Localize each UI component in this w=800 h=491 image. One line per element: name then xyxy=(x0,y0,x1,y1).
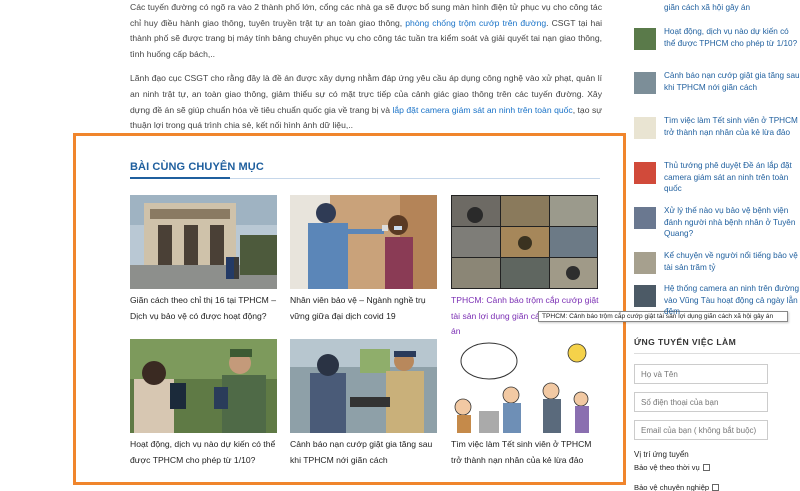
related-thumbnail-police-stop[interactable] xyxy=(290,339,437,433)
sidebar-item[interactable]: giãn cách xã hội gây án xyxy=(634,0,800,14)
option-professional[interactable]: Bảo vệ chuyên nghiệp xyxy=(634,483,720,491)
sidebar-thumbnail[interactable] xyxy=(634,162,656,184)
related-caption[interactable]: Hoạt động, dịch vụ nào dự kiến có thể đư… xyxy=(130,437,278,468)
job-form-divider xyxy=(634,353,800,354)
sidebar-thumbnail[interactable] xyxy=(634,207,656,229)
article-link-camera[interactable]: lắp đặt camera giám sát an ninh trên toà… xyxy=(392,105,572,115)
name-field[interactable]: Họ và Tên xyxy=(634,364,768,384)
sidebar-thumbnail[interactable] xyxy=(634,117,656,139)
email-field[interactable]: Email của bạn ( không bắt buộc) xyxy=(634,420,768,440)
related-caption[interactable]: Nhân viên bảo vệ – Ngành nghề trụ vững g… xyxy=(290,293,438,324)
job-form-title: ỨNG TUYỂN VIỆC LÀM xyxy=(634,337,737,347)
sidebar-item-title[interactable]: Hệ thống camera an ninh trên đường vào V… xyxy=(664,283,800,318)
sidebar-item-title[interactable]: giãn cách xã hội gây án xyxy=(664,2,800,14)
sidebar-thumbnail[interactable] xyxy=(634,28,656,50)
sidebar-item-title[interactable]: Tìm việc làm Tết sinh viên ở TPHCM trở t… xyxy=(664,115,800,138)
related-caption[interactable]: Tìm việc làm Tết sinh viên ở TPHCM trở t… xyxy=(451,437,599,468)
sidebar-item-title[interactable]: Xử lý thế nào vụ bảo vệ bệnh viện đánh n… xyxy=(664,205,800,240)
related-card[interactable]: Tìm việc làm Tết sinh viên ở TPHCM trở t… xyxy=(451,339,599,468)
related-card[interactable]: Cảnh báo nạn cướp giật gia tăng sau khi … xyxy=(290,339,438,468)
sidebar-item[interactable]: Hoạt động, dịch vụ nào dự kiến có thể đư… xyxy=(634,26,800,66)
option-seasonal[interactable]: Bảo vệ theo thời vụ xyxy=(634,463,710,472)
sidebar-thumbnail[interactable] xyxy=(634,252,656,274)
checkbox[interactable] xyxy=(712,484,720,491)
sidebar-item[interactable]: Hệ thống camera an ninh trên đường vào V… xyxy=(634,283,800,323)
related-thumbnail-guard-phone[interactable] xyxy=(130,339,277,433)
article-paragraph: Lãnh đạo cục CSGT cho rằng đây là đề án … xyxy=(130,73,602,131)
position-label: Vị trí ứng tuyển xyxy=(634,450,689,459)
related-card[interactable]: Hoạt động, dịch vụ nào dự kiến có thể đư… xyxy=(130,339,278,468)
option-label: Bảo vệ chuyên nghiệp xyxy=(634,483,710,491)
sidebar-item[interactable]: Xử lý thế nào vụ bảo vệ bệnh viện đánh n… xyxy=(634,205,800,245)
sidebar-item-title[interactable]: Thủ tướng phê duyệt Đề án lắp đặt camera… xyxy=(664,160,800,195)
article-body: Các tuyến đường có ngõ ra vào 2 thành ph… xyxy=(130,0,602,143)
option-label: Bảo vệ theo thời vụ xyxy=(634,463,700,472)
sidebar-item-title[interactable]: Cảnh báo nạn cướp giật gia tăng sau khi … xyxy=(664,70,800,93)
sidebar-item[interactable]: Thủ tướng phê duyệt Đề án lắp đặt camera… xyxy=(634,160,800,200)
article-paragraph: Các tuyến đường có ngõ ra vào 2 thành ph… xyxy=(130,2,603,59)
sidebar-thumbnail[interactable] xyxy=(634,72,656,94)
sidebar-item[interactable]: Cảnh báo nạn cướp giật gia tăng sau khi … xyxy=(634,70,800,110)
checkbox[interactable] xyxy=(702,464,710,471)
sidebar-thumbnail[interactable] xyxy=(634,285,656,307)
related-card[interactable]: Giãn cách theo chỉ thị 16 tại TPHCM – Dị… xyxy=(130,195,278,324)
related-title-divider xyxy=(130,177,600,179)
related-thumbnail-cctv-grid[interactable] xyxy=(451,195,598,289)
phone-field[interactable]: Số điện thoại của bạn xyxy=(634,392,768,412)
related-thumbnail-job-cartoon[interactable] xyxy=(451,339,598,433)
related-thumbnail-building[interactable] xyxy=(130,195,277,289)
sidebar-item[interactable]: Tìm việc làm Tết sinh viên ở TPHCM trở t… xyxy=(634,115,800,155)
sidebar-item-title[interactable]: Hoạt động, dịch vụ nào dự kiến có thể đư… xyxy=(664,26,800,49)
sidebar-item-title[interactable]: Kể chuyện về người nổi tiếng bảo vệ tài … xyxy=(664,250,800,273)
related-card[interactable]: Nhân viên bảo vệ – Ngành nghề trụ vững g… xyxy=(290,195,438,324)
article-link-anti-theft[interactable]: phòng chống trộm cướp trên đường xyxy=(405,18,546,28)
related-caption[interactable]: Cảnh báo nạn cướp giật gia tăng sau khi … xyxy=(290,437,438,468)
related-posts-title: BÀI CÙNG CHUYÊN MỤC xyxy=(130,161,264,173)
related-caption[interactable]: Giãn cách theo chỉ thị 16 tại TPHCM – Dị… xyxy=(130,293,278,324)
related-thumbnail-guard-temperature[interactable] xyxy=(290,195,437,289)
